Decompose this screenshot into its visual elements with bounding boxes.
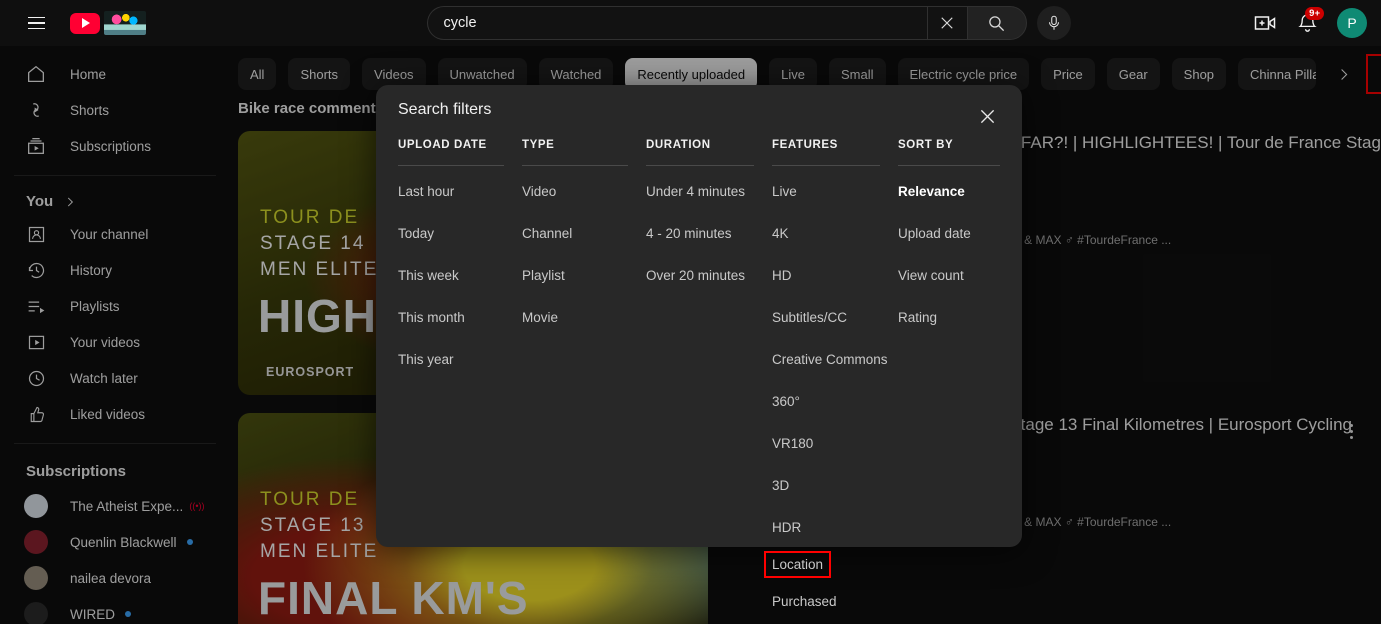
youtube-play-icon: [70, 12, 100, 34]
search-box[interactable]: [426, 6, 927, 40]
voice-search-button[interactable]: [1036, 6, 1071, 40]
filter-option-vr180[interactable]: VR180: [772, 427, 813, 460]
filter-column-heading: UPLOAD DATE: [398, 139, 504, 166]
filter-option-upload-date[interactable]: Upload date: [898, 217, 971, 250]
search-filters-panel: Search filters UPLOAD DATE Last hour Tod…: [376, 85, 1022, 609]
masthead-left: [0, 3, 250, 43]
filter-option-this-month[interactable]: This month: [398, 301, 465, 334]
avatar[interactable]: P: [1337, 8, 1367, 38]
filter-column-type: TYPE Video Channel Playlist Movie: [522, 139, 646, 618]
filter-option-4k[interactable]: 4K: [772, 217, 789, 250]
filter-column-features: FEATURES Live 4K HD Subtitles/CC Creativ…: [763, 139, 898, 618]
avatar-initial: P: [1347, 15, 1357, 31]
filter-option-subtitles-cc[interactable]: Subtitles/CC: [772, 301, 847, 334]
filter-option-360[interactable]: 360°: [772, 385, 800, 418]
filter-column-heading: TYPE: [522, 139, 628, 166]
filter-option-3d[interactable]: 3D: [772, 469, 789, 502]
filter-option-view-count[interactable]: View count: [898, 259, 964, 292]
search-input[interactable]: [443, 7, 927, 39]
filter-option-playlist[interactable]: Playlist: [522, 259, 565, 292]
filter-option-this-year[interactable]: This year: [398, 343, 454, 376]
filter-column-heading: SORT BY: [898, 139, 1000, 166]
filter-option-rating[interactable]: Rating: [898, 301, 937, 334]
hamburger-icon[interactable]: [16, 3, 56, 43]
filter-option-creative-commons[interactable]: Creative Commons: [772, 343, 888, 376]
youtube-logo[interactable]: [70, 11, 146, 35]
filter-option-last-hour[interactable]: Last hour: [398, 175, 454, 208]
notification-count-badge: 9+: [1305, 7, 1324, 20]
filter-column-duration: DURATION Under 4 minutes 4 - 20 minutes …: [646, 139, 772, 618]
filter-option-channel[interactable]: Channel: [522, 217, 572, 250]
create-video-icon[interactable]: [1247, 5, 1283, 41]
filter-option-relevance[interactable]: Relevance: [898, 175, 965, 208]
filter-option-under-4-minutes[interactable]: Under 4 minutes: [646, 175, 745, 208]
filter-option-video[interactable]: Video: [522, 175, 556, 208]
filter-option-hdr[interactable]: HDR: [772, 511, 801, 544]
search-area: [250, 6, 1247, 40]
filter-column-heading: FEATURES: [772, 139, 880, 166]
filter-option-this-week[interactable]: This week: [398, 259, 459, 292]
filter-option-movie[interactable]: Movie: [522, 301, 558, 334]
filter-column-sort-by: SORT BY Relevance Upload date View count…: [898, 139, 1018, 618]
filter-column-heading: DURATION: [646, 139, 754, 166]
search-clear-button[interactable]: [926, 6, 967, 40]
filter-option-over-20-minutes[interactable]: Over 20 minutes: [646, 259, 745, 292]
filter-option-live[interactable]: Live: [772, 175, 797, 208]
search-filters-title: Search filters: [398, 101, 492, 118]
filter-option-location[interactable]: Location: [763, 551, 832, 578]
filter-option-hd[interactable]: HD: [772, 259, 792, 292]
filter-column-upload-date: UPLOAD DATE Last hour Today This week Th…: [398, 139, 522, 618]
masthead: 9+ P: [0, 0, 1381, 46]
youtube-doodle: [104, 11, 146, 35]
filter-option-today[interactable]: Today: [398, 217, 434, 250]
filter-columns: UPLOAD DATE Last hour Today This week Th…: [398, 139, 1000, 618]
close-icon[interactable]: [970, 99, 1004, 133]
filter-option-purchased[interactable]: Purchased: [772, 585, 837, 618]
masthead-right: 9+ P: [1247, 5, 1381, 41]
notifications-icon[interactable]: 9+: [1289, 5, 1325, 41]
filter-option-4-20-minutes[interactable]: 4 - 20 minutes: [646, 217, 732, 250]
search-submit-button[interactable]: [966, 6, 1027, 40]
